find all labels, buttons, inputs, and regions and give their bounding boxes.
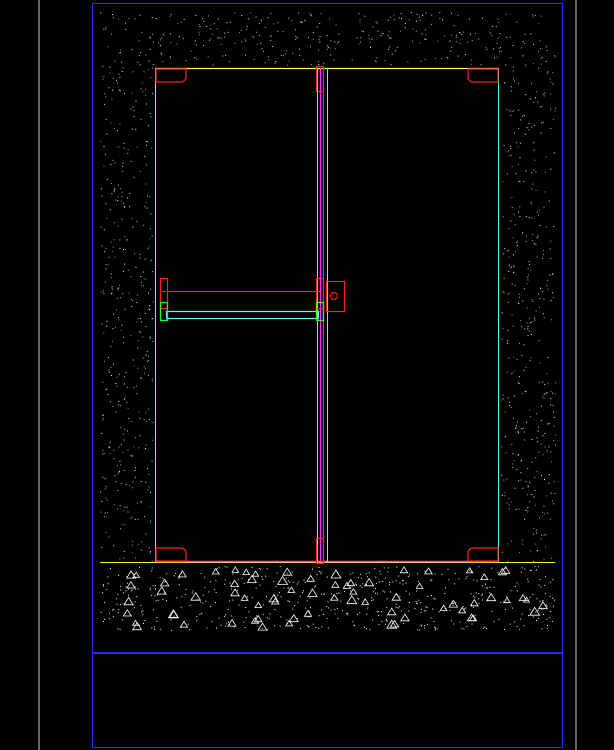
cad-drawing (0, 0, 614, 750)
door-elevation-svg (0, 0, 614, 750)
